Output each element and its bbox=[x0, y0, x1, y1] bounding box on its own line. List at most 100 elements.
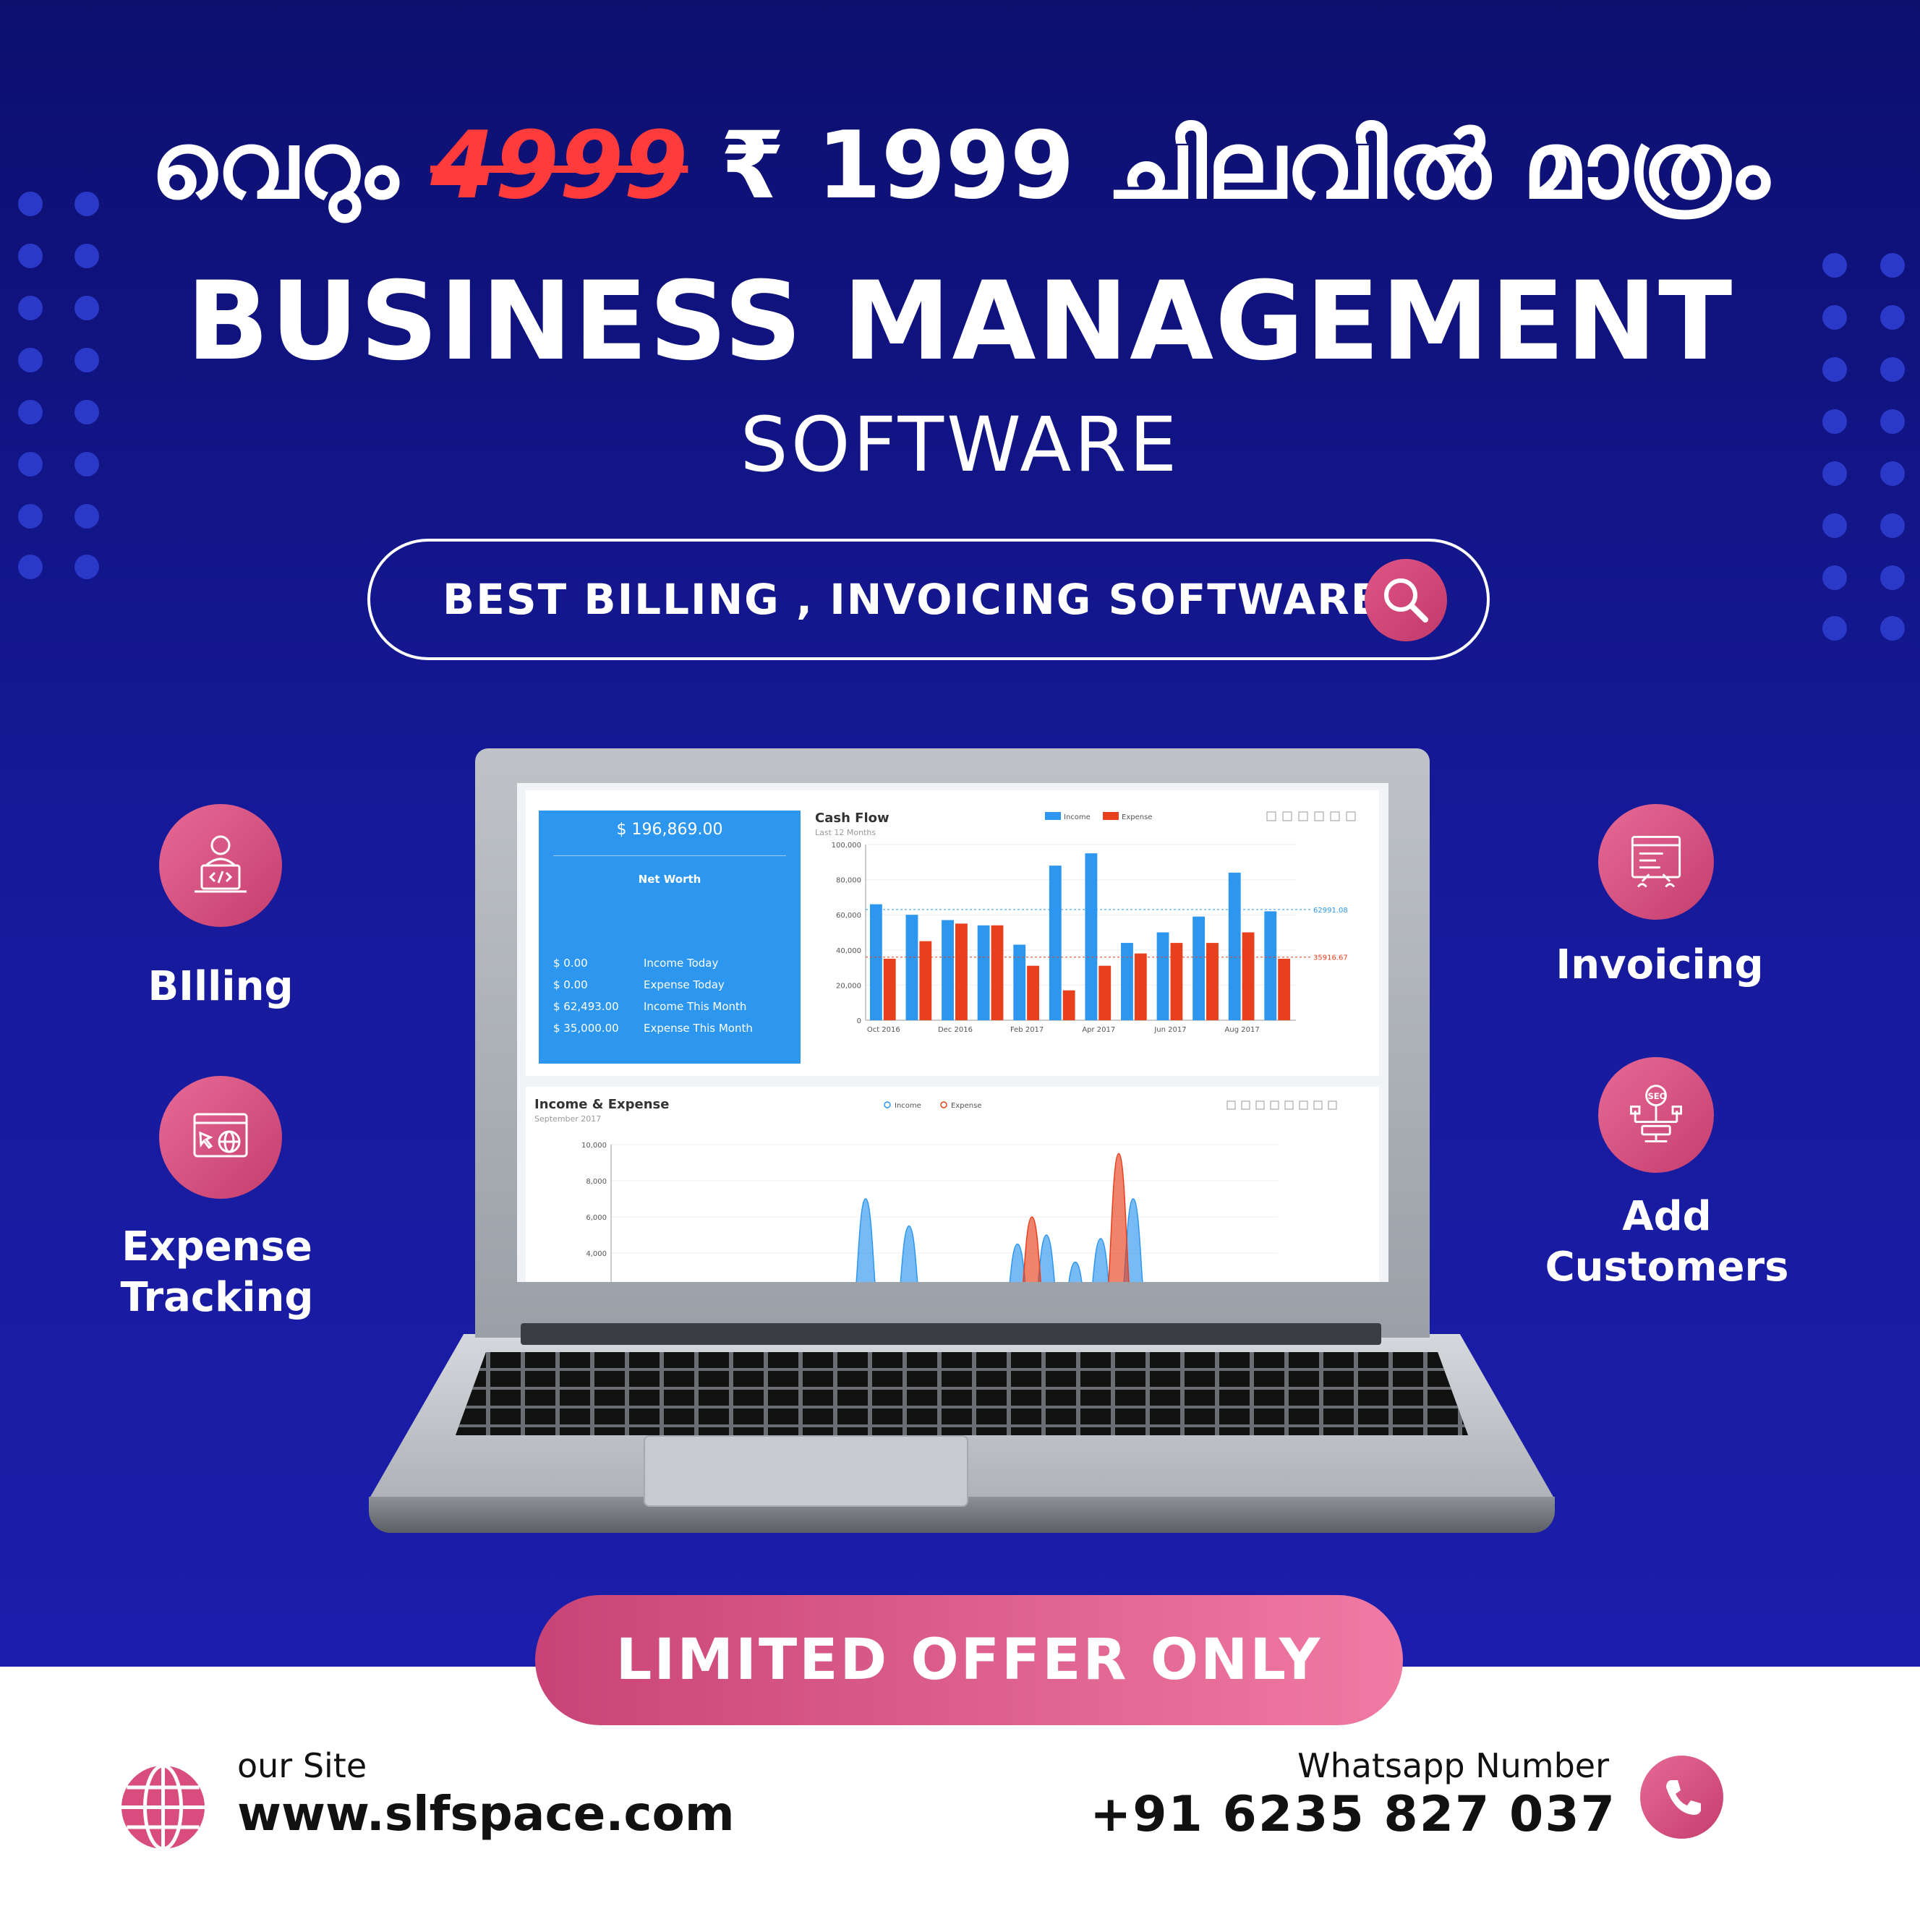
customers-feature-icon: SEO bbox=[1598, 1057, 1714, 1173]
web-browser-icon bbox=[193, 1113, 248, 1158]
x-tick-label: Feb 2017 bbox=[1010, 1026, 1044, 1034]
y-tick-label: 0 bbox=[857, 1017, 861, 1025]
bar-expense bbox=[1170, 943, 1183, 1020]
toolbar-icon bbox=[1284, 1100, 1294, 1110]
customers-label-line1: Add bbox=[1622, 1193, 1712, 1240]
cashflow-panel: $ 196,869.00 Net Worth $ 0.00 Income Toda… bbox=[526, 790, 1379, 1076]
whatsapp-label: Whatsapp Number bbox=[1297, 1746, 1609, 1785]
x-tick-label: Aug 2017 bbox=[1225, 1026, 1260, 1034]
seo-network-icon: SEO bbox=[1630, 1085, 1682, 1142]
legend-label: Expense bbox=[951, 1102, 981, 1110]
stat-label: Income Today bbox=[644, 957, 719, 970]
page-title: BUSINESS MANAGEMENT bbox=[186, 259, 1734, 385]
toolbar-icon bbox=[1226, 1100, 1236, 1110]
keyboard-rows bbox=[456, 1352, 1468, 1435]
site-url-link[interactable]: www.slfspace.com bbox=[237, 1786, 735, 1842]
legend-marker bbox=[940, 1101, 947, 1108]
stat-value: $ 35,000.00 bbox=[553, 1022, 619, 1035]
y-tick-label: 10,000 bbox=[581, 1142, 607, 1150]
stat-value: $ 62,493.00 bbox=[553, 1000, 619, 1013]
stat-label: Income This Month bbox=[644, 1000, 747, 1013]
expense-marker-label: 35916.67 bbox=[1313, 954, 1348, 962]
new-price: 1999 bbox=[816, 112, 1075, 220]
bar-income bbox=[1264, 911, 1277, 1020]
invoicing-feature-icon bbox=[1598, 804, 1714, 920]
customers-label-line2: Customers bbox=[1545, 1244, 1789, 1291]
bar-income bbox=[942, 920, 954, 1020]
legend-label: Income bbox=[895, 1102, 921, 1110]
old-price: 4999 bbox=[430, 112, 688, 220]
toolbar-icon bbox=[1346, 811, 1356, 821]
income-expense-panel: Income & Expense September 2017 4,000 6,0… bbox=[526, 1087, 1379, 1282]
y-tick-label: 20,000 bbox=[836, 982, 861, 990]
y-tick-label: 6,000 bbox=[586, 1214, 607, 1222]
limited-offer-button[interactable]: LIMITED OFFER ONLY bbox=[535, 1595, 1403, 1725]
toolbar-icon bbox=[1255, 1100, 1265, 1110]
search-icon bbox=[1384, 578, 1428, 623]
site-label: our Site bbox=[237, 1746, 367, 1785]
legend-label: Expense bbox=[1122, 813, 1152, 821]
bar-expense bbox=[955, 923, 968, 1020]
search-pill[interactable]: BEST BILLING , INVOICING SOFTWARE bbox=[367, 539, 1490, 660]
laptop-hinge bbox=[521, 1323, 1381, 1345]
search-button[interactable] bbox=[1365, 559, 1447, 641]
billing-label: BIlling bbox=[148, 963, 294, 1010]
income-peak bbox=[900, 1225, 918, 1282]
phone-button[interactable] bbox=[1640, 1756, 1723, 1839]
y-tick-label: 40,000 bbox=[836, 947, 861, 955]
legend-swatch bbox=[1045, 812, 1061, 820]
toolbar-icon bbox=[1241, 1100, 1250, 1110]
stat-value: $ 0.00 bbox=[553, 978, 588, 991]
bar-income bbox=[869, 904, 882, 1020]
search-pill-label: BEST BILLING , INVOICING SOFTWARE bbox=[443, 575, 1381, 624]
toolbar-icon bbox=[1330, 811, 1340, 821]
y-tick-label: 4,000 bbox=[586, 1250, 607, 1258]
poster: വെറും 4999 ₹ 1999 ചിലവിൽ മാത്രം BUSINESS… bbox=[0, 0, 1920, 1932]
legend-marker bbox=[884, 1101, 891, 1108]
laptop-screen: $ 196,869.00 Net Worth $ 0.00 Income Toda… bbox=[517, 783, 1388, 1282]
bar-expense bbox=[1098, 965, 1112, 1020]
whatsapp-number[interactable]: +91 6235 827 037 bbox=[1090, 1786, 1616, 1843]
billing-feature-icon bbox=[159, 804, 282, 927]
toolbar-icon bbox=[1328, 1100, 1337, 1110]
bar-income bbox=[1013, 944, 1026, 1020]
expense-tracking-label: Expense Tracking bbox=[87, 1222, 347, 1323]
toolbar-icon bbox=[1270, 1100, 1279, 1110]
x-tick-label: Apr 2017 bbox=[1082, 1026, 1115, 1034]
document-tools-icon bbox=[1631, 836, 1681, 888]
bar-income bbox=[1192, 916, 1206, 1020]
expense-label-line1: Expense bbox=[121, 1223, 312, 1270]
page-subtitle: SOFTWARE bbox=[740, 401, 1180, 489]
add-customers-label: Add Customers bbox=[1526, 1192, 1808, 1293]
net-worth-value: $ 196,869.00 bbox=[616, 821, 723, 839]
stat-value: $ 0.00 bbox=[553, 957, 588, 970]
toolbar-icon bbox=[1314, 811, 1324, 821]
svg-text:SEO: SEO bbox=[1647, 1091, 1666, 1101]
bar-income bbox=[1228, 872, 1241, 1020]
toolbar-icon bbox=[1313, 1100, 1323, 1110]
x-tick-label: Dec 2016 bbox=[938, 1026, 973, 1034]
bar-expense bbox=[883, 958, 896, 1020]
globe-icon bbox=[121, 1764, 205, 1851]
bar-expense bbox=[1206, 943, 1219, 1020]
income-peak bbox=[1068, 1261, 1083, 1282]
cashflow-chart: 0 20,000 40,000 60,000 80,000 100,000 Oct 2016… bbox=[832, 811, 1356, 1034]
income-peak bbox=[856, 1198, 876, 1282]
headline-prefix: വെറും bbox=[150, 112, 398, 220]
touchpad bbox=[644, 1435, 968, 1507]
bar-expense bbox=[1242, 932, 1255, 1020]
y-tick-label: 100,000 bbox=[832, 842, 861, 850]
currency-symbol: ₹ bbox=[720, 112, 785, 220]
income-expense-chart: 4,000 6,000 8,000 10,000 Income Expense bbox=[581, 1100, 1337, 1282]
toolbar-icon bbox=[1282, 811, 1292, 821]
invoicing-label: Invoicing bbox=[1556, 941, 1764, 988]
bar-expense bbox=[1134, 953, 1147, 1020]
net-worth-label: Net Worth bbox=[638, 873, 701, 886]
headline-suffix: ചിലവിൽ മാത്രം bbox=[1106, 112, 1770, 220]
phone-icon bbox=[1665, 1779, 1701, 1815]
net-worth-divider bbox=[553, 855, 786, 856]
bar-income bbox=[977, 925, 990, 1020]
x-tick-label: Jun 2017 bbox=[1153, 1026, 1186, 1034]
legend-swatch bbox=[1103, 812, 1119, 820]
bar-expense bbox=[991, 925, 1004, 1020]
